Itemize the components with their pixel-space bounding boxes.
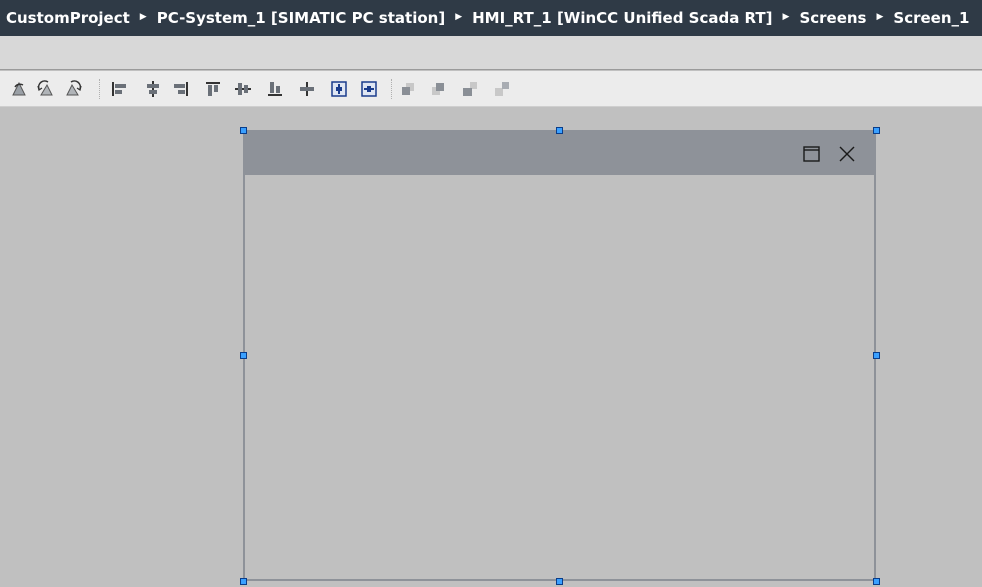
breadcrumb-separator: ▶ [455, 12, 463, 22]
breadcrumb-item-screen[interactable]: Screen_1 [893, 9, 969, 27]
resize-handle-bottom-left[interactable] [240, 578, 247, 585]
resize-handle-bottom-right[interactable] [873, 578, 880, 585]
align-bottom-icon[interactable] [265, 79, 285, 99]
rotate-right-icon[interactable] [63, 79, 83, 99]
resize-handle-left[interactable] [240, 352, 247, 359]
close-icon[interactable] [836, 143, 858, 165]
align-right-icon[interactable] [171, 79, 191, 99]
align-left-icon[interactable] [109, 79, 129, 99]
same-height-icon[interactable] [359, 79, 379, 99]
send-backward-icon[interactable] [492, 79, 512, 99]
editor-header-bar [0, 36, 982, 70]
breadcrumb: CustomProject ▶ PC-System_1 [SIMATIC PC … [0, 0, 982, 36]
popup-window[interactable] [243, 130, 876, 581]
same-width-icon[interactable] [329, 79, 349, 99]
breadcrumb-item-screens[interactable]: Screens [799, 9, 866, 27]
resize-handle-right[interactable] [873, 352, 880, 359]
breadcrumb-separator: ▶ [139, 12, 147, 22]
breadcrumb-item-project[interactable]: CustomProject [6, 9, 130, 27]
maximize-icon[interactable] [801, 143, 823, 165]
resize-handle-top-left[interactable] [240, 127, 247, 134]
layout-toolbar [0, 71, 982, 107]
resize-handle-top-right[interactable] [873, 127, 880, 134]
bring-forward-icon[interactable] [460, 79, 480, 99]
align-center-icon[interactable] [143, 79, 163, 99]
rotate-left-icon[interactable] [36, 79, 56, 99]
bring-to-front-icon[interactable] [398, 79, 418, 99]
popup-content [245, 175, 874, 579]
breadcrumb-item-pc-system[interactable]: PC-System_1 [SIMATIC PC station] [157, 9, 445, 27]
toolbar-separator [391, 79, 392, 99]
rotate-icon[interactable] [9, 79, 29, 99]
toolbar-separator [99, 79, 100, 99]
breadcrumb-separator: ▶ [876, 12, 884, 22]
align-middle-icon[interactable] [233, 79, 253, 99]
popup-titlebar[interactable] [245, 132, 874, 175]
send-to-back-icon[interactable] [428, 79, 448, 99]
align-top-icon[interactable] [203, 79, 223, 99]
resize-handle-top[interactable] [556, 127, 563, 134]
distribute-icon[interactable] [297, 79, 317, 99]
resize-handle-bottom[interactable] [556, 578, 563, 585]
breadcrumb-item-hmi-rt[interactable]: HMI_RT_1 [WinCC Unified Scada RT] [472, 9, 772, 27]
breadcrumb-separator: ▶ [782, 12, 790, 22]
